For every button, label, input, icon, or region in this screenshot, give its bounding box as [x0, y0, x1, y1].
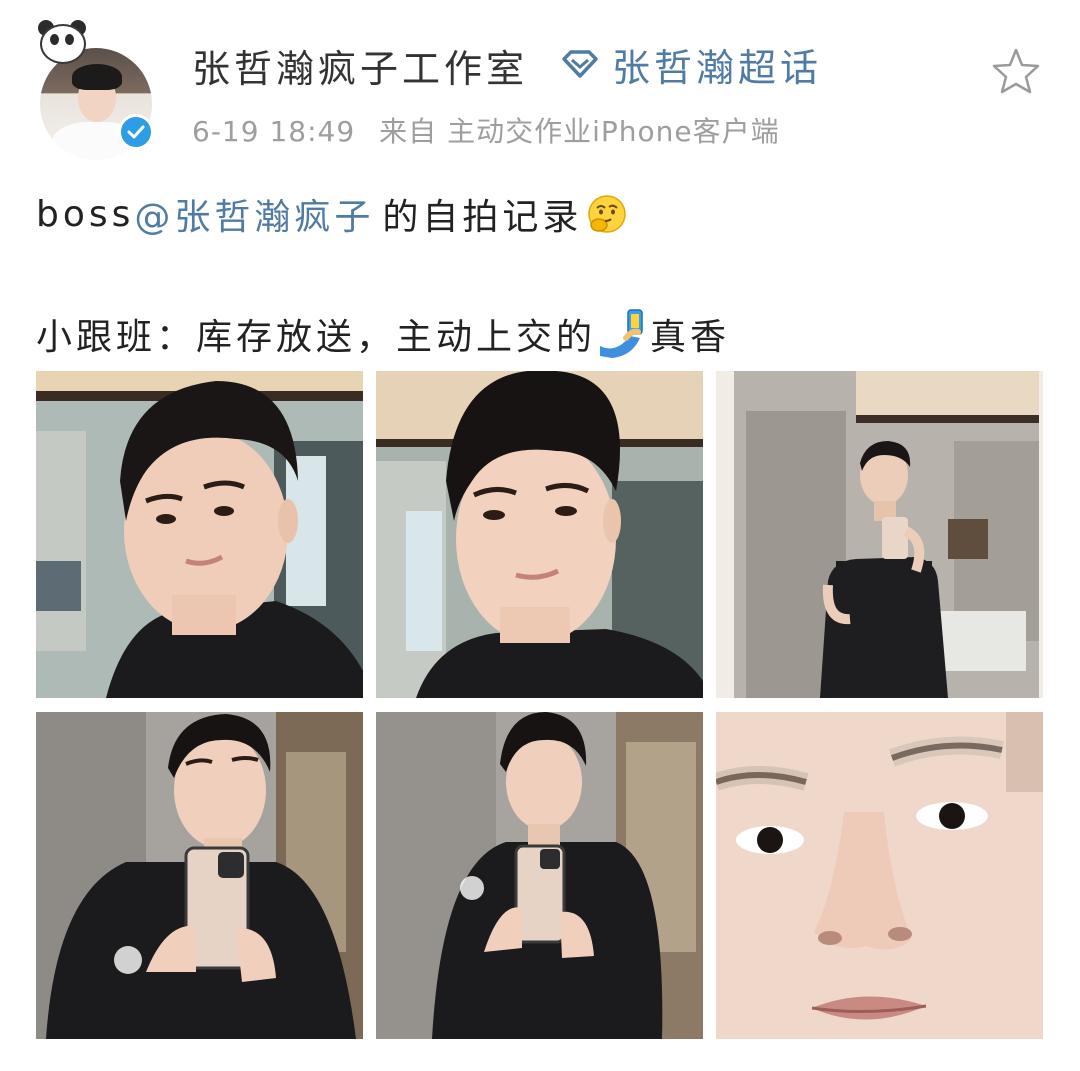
text-suffix: 的自拍记录 — [382, 197, 583, 238]
thinking-face-emoji-icon — [588, 195, 627, 233]
post-text-line-1: boss @张哲瀚疯子 的自拍记录 — [36, 188, 628, 240]
username[interactable]: 张哲瀚疯子工作室 — [192, 38, 528, 93]
supertopic-link[interactable]: 张哲瀚超话 — [560, 38, 822, 90]
photo-2[interactable] — [376, 371, 703, 698]
post-text-line-2: 小跟班：库存放送，主动上交的 真香 — [36, 308, 730, 360]
photo-4[interactable] — [36, 712, 363, 1039]
source-client: 主动交作业iPhone客户端 — [447, 115, 780, 148]
avatar-hair — [72, 64, 122, 90]
photo-1[interactable] — [36, 371, 363, 698]
text-prefix: 小跟班：库存放送，主动上交的 — [36, 317, 597, 358]
supertopic-label: 张哲瀚超话 — [612, 45, 823, 90]
photo-5[interactable] — [376, 712, 703, 1039]
post-meta: 6-19 18:49 来自 主动交作业iPhone客户端 — [192, 110, 780, 150]
verified-badge-icon — [118, 114, 154, 150]
photo-6[interactable] — [716, 712, 1043, 1039]
mention-link[interactable]: @张哲瀚疯子 — [134, 188, 374, 240]
timestamp: 6-19 18:49 — [192, 115, 356, 148]
text-prefix: boss — [36, 193, 135, 235]
star-icon[interactable] — [990, 46, 1042, 96]
photo-grid — [36, 371, 1044, 1039]
diamond-icon — [562, 50, 598, 78]
panda-icon — [34, 18, 88, 64]
selfie-phone-emoji-icon — [600, 309, 643, 358]
source-prefix: 来自 — [379, 115, 438, 148]
author-avatar-area[interactable] — [32, 18, 156, 160]
photo-3[interactable] — [716, 371, 1043, 698]
text-suffix: 真香 — [650, 317, 731, 358]
